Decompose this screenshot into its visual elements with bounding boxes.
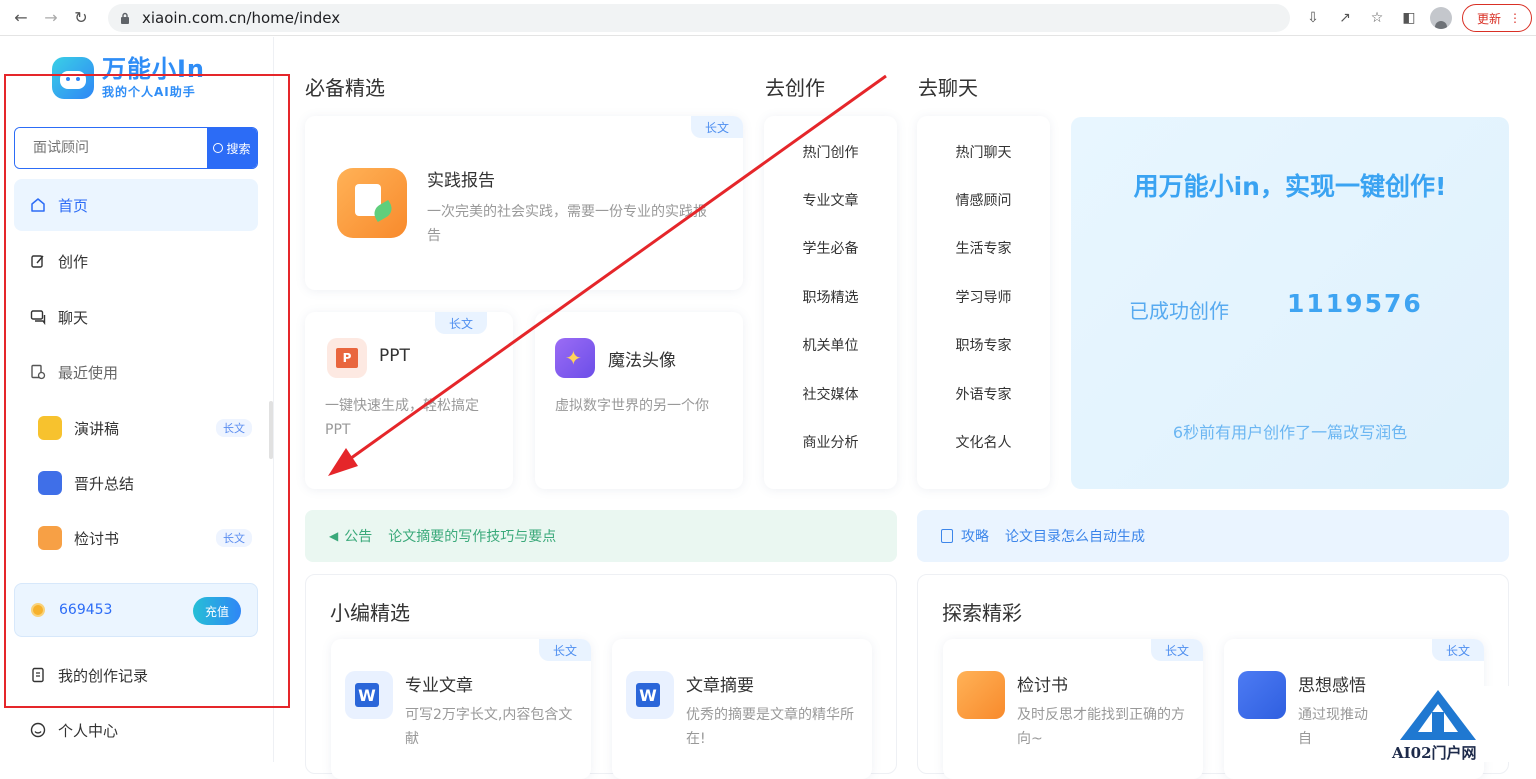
long-text-tag: 长文	[690, 116, 743, 138]
create-category-item[interactable]: 社交媒体	[764, 384, 897, 404]
share-icon[interactable]: ↗	[1334, 7, 1356, 29]
update-button[interactable]: 更新 ⋮	[1461, 4, 1532, 32]
card-ppt[interactable]: 长文 P PPT 一键快速生成，轻松搞定PPT	[305, 312, 513, 489]
report-quill-icon	[337, 168, 407, 238]
card-title: 文章摘要	[686, 676, 754, 696]
featured-card-practice-report[interactable]: 长文 实践报告 一次完美的社会实践，需要一份专业的实践报告	[305, 116, 743, 290]
chat-category-item[interactable]: 热门聊天	[917, 142, 1050, 162]
side-panel-icon[interactable]: ◧	[1398, 7, 1420, 29]
guide-bar[interactable]: 攻略 论文目录怎么自动生成	[917, 510, 1509, 562]
ppt-icon: P	[327, 338, 367, 378]
card-professional-article[interactable]: 长文 专业文章 可写2万字长文,内容包含文献	[331, 639, 591, 779]
address-bar[interactable]: xiaoin.com.cn/home/index	[108, 4, 1290, 32]
card-self-criticism[interactable]: 长文 检讨书 及时反思才能找到正确的方向~	[943, 639, 1203, 779]
install-icon[interactable]: ⇩	[1302, 7, 1324, 29]
card-desc: 通过现推动自	[1298, 707, 1368, 747]
editor-picks-section: 小编精选 长文 专业文章 可写2万字长文,内容包含文献 文章摘要 优秀的摘要是文…	[305, 574, 897, 779]
card-desc: 可写2万字长文,内容包含文献	[405, 707, 573, 747]
profile-avatar-icon[interactable]	[1429, 7, 1452, 29]
announcement-text: 论文摘要的写作技巧与要点	[388, 529, 557, 545]
guide-type: 攻略	[961, 529, 989, 545]
long-text-tag: 长文	[1150, 639, 1203, 661]
lock-icon	[121, 12, 129, 24]
url-text: xiaoin.com.cn/home/index	[142, 9, 341, 27]
card-title: 魔法头像	[608, 351, 676, 371]
promo-recent-activity: 6秒前有用户创作了一篇改写润色	[1172, 423, 1408, 442]
speaker-icon: ◀	[329, 529, 339, 543]
announcement-type: 公告	[344, 529, 373, 545]
create-category-item[interactable]: 专业文章	[764, 190, 897, 210]
chat-category-item[interactable]: 外语专家	[917, 384, 1050, 404]
guide-text: 论文目录怎么自动生成	[1005, 529, 1145, 545]
word-doc-icon	[345, 671, 393, 719]
chat-category-item[interactable]: 学习导师	[917, 287, 1050, 307]
magic-wand-icon: ✦	[555, 338, 595, 378]
watermark-text: AI02门户网	[1392, 744, 1477, 762]
book-icon	[941, 529, 953, 543]
explore-title: 探索精彩	[942, 601, 1022, 625]
menu-item-user-center[interactable]: 个人中心	[14, 704, 258, 756]
card-desc: 虚拟数字世界的另一个你	[555, 398, 709, 414]
card-desc: 优秀的摘要是文章的精华所在!	[686, 707, 854, 747]
create-section-title: 去创作	[765, 76, 825, 100]
card-desc: 及时反思才能找到正确的方向~	[1017, 707, 1185, 747]
back-icon[interactable]: ←	[8, 5, 34, 31]
kebab-menu-icon: ⋮	[1509, 11, 1521, 25]
promo-banner: 用万能小in，实现一键创作! 已成功创作 1119576 6秒前有用户创作了一篇…	[1071, 117, 1509, 489]
card-desc: 一键快速生成，轻松搞定PPT	[325, 398, 479, 438]
card-title: 专业文章	[405, 676, 473, 696]
announcement-bar[interactable]: ◀ 公告 论文摘要的写作技巧与要点	[305, 510, 897, 562]
card-article-summary[interactable]: 文章摘要 优秀的摘要是文章的精华所在!	[612, 639, 872, 779]
create-category-list: 热门创作 专业文章 学生必备 职场精选 机关单位 社交媒体 商业分析	[764, 116, 897, 489]
chat-category-item[interactable]: 职场专家	[917, 335, 1050, 355]
card-title: PPT	[379, 346, 410, 366]
bookmark-star-icon[interactable]: ☆	[1366, 7, 1388, 29]
chat-category-list: 热门聊天 情感顾问 生活专家 学习导师 职场专家 外语专家 文化名人	[917, 116, 1050, 489]
long-text-tag: 长文	[538, 639, 591, 661]
card-desc: 一次完美的社会实践，需要一份专业的实践报告	[427, 204, 707, 244]
create-category-item[interactable]: 职场精选	[764, 287, 897, 307]
long-text-tag: 长文	[434, 312, 487, 334]
card-title: 检讨书	[1017, 676, 1068, 696]
watermark: AI02门户网	[1368, 686, 1536, 762]
create-category-item[interactable]: 商业分析	[764, 432, 897, 452]
chat-category-item[interactable]: 文化名人	[917, 432, 1050, 452]
promo-count: 1119576	[1287, 289, 1423, 318]
menu-label: 个人中心	[58, 721, 119, 740]
editor-picks-title: 小编精选	[330, 601, 410, 625]
create-category-item[interactable]: 热门创作	[764, 142, 897, 162]
word-doc-icon	[626, 671, 674, 719]
card-title: 思想感悟	[1298, 676, 1366, 696]
watermark-logo-icon	[1400, 690, 1476, 740]
highlight-frame	[4, 74, 290, 708]
update-label: 更新	[1476, 11, 1501, 26]
card-title: 实践报告	[427, 171, 495, 191]
promo-count-label: 已成功创作	[1129, 299, 1229, 323]
card-magic-avatar[interactable]: ✦ 魔法头像 虚拟数字世界的另一个你	[535, 312, 743, 489]
featured-section-title: 必备精选	[305, 76, 385, 100]
chat-category-item[interactable]: 情感顾问	[917, 190, 1050, 210]
chat-section-title: 去聊天	[918, 76, 978, 100]
forward-icon[interactable]: →	[38, 5, 64, 31]
browser-toolbar: ← → ↻ xiaoin.com.cn/home/index ⇩ ↗ ☆ ◧ 更…	[0, 0, 1536, 36]
report-quill-icon	[957, 671, 1005, 719]
chat-category-item[interactable]: 生活专家	[917, 238, 1050, 258]
long-text-tag: 长文	[1431, 639, 1484, 661]
notebook-icon	[1238, 671, 1286, 719]
create-category-item[interactable]: 学生必备	[764, 238, 897, 258]
promo-title: 用万能小in，实现一键创作!	[1133, 172, 1447, 201]
reload-icon[interactable]: ↻	[68, 5, 94, 31]
user-center-icon	[28, 720, 48, 740]
create-category-item[interactable]: 机关单位	[764, 335, 897, 355]
